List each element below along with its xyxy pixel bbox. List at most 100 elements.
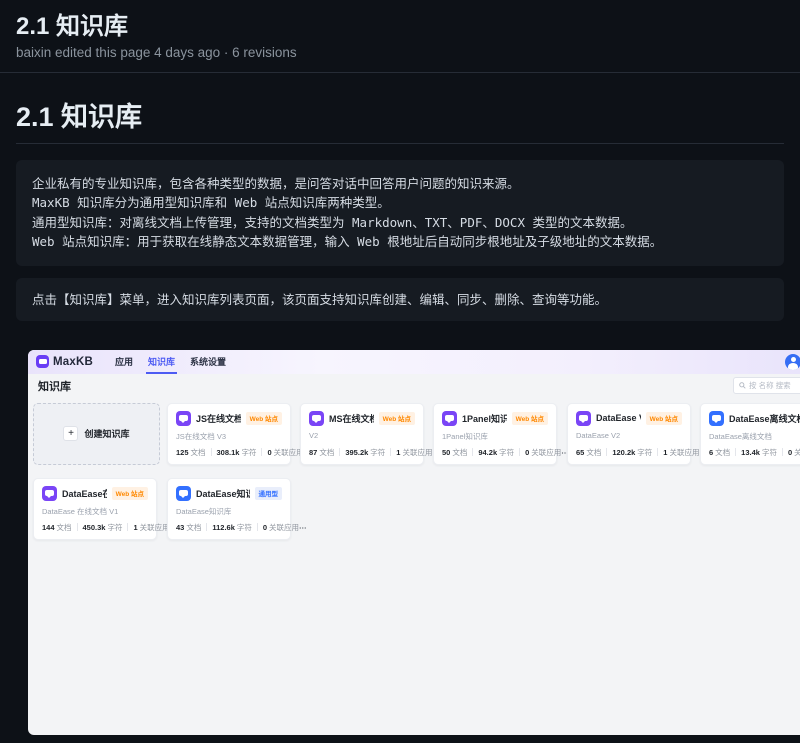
stat-label-apps: 关联应用 xyxy=(669,447,699,458)
kb-type-badge: Web 站点 xyxy=(246,412,282,425)
stat-value-docs: 65 xyxy=(576,448,584,457)
tip-code-block: 点击【知识库】菜单，进入知识库列表页面，该页面支持知识库创建、编辑、同步、删除、… xyxy=(16,278,784,321)
stat-divider xyxy=(472,448,473,456)
stat-divider xyxy=(257,523,258,531)
stat-value-apps: 0 xyxy=(788,448,792,457)
more-menu-icon[interactable]: ⋯ xyxy=(299,523,308,532)
stat-value-chars: 450.3k xyxy=(83,523,106,532)
kb-card-stats: 50文档94.2k字符0关联应用⋯ xyxy=(442,447,550,458)
maxkb-logo-text: MaxKB xyxy=(53,356,93,368)
wiki-page-title: 2.1 知识库 xyxy=(16,12,784,42)
kb-card-title: DataEase在线文档 V1 xyxy=(62,487,107,500)
kb-card[interactable]: DataEase V2 Web 站点 DataEase V2 65文档120.2… xyxy=(567,403,691,465)
kb-icon xyxy=(576,411,591,426)
kb-card-description: DataEase V2 xyxy=(576,431,682,440)
stat-value-apps: 0 xyxy=(267,448,271,457)
stat-value-chars: 94.2k xyxy=(478,448,497,457)
stat-label-docs: 文档 xyxy=(452,447,467,458)
kb-card-title: MS在线文档 xyxy=(329,412,374,425)
kb-icon xyxy=(709,411,724,426)
stat-divider xyxy=(339,448,340,456)
kb-card-title: DataEase离线文档 xyxy=(729,412,800,425)
stat-value-chars: 112.6k xyxy=(212,523,235,532)
stat-divider xyxy=(261,448,262,456)
stat-divider xyxy=(206,523,207,531)
kb-card[interactable]: JS在线文档 V3 Web 站点 JS在线文档 V3 125文档308.1k字符… xyxy=(167,403,291,465)
kb-card-description: JS在线文档 V3 xyxy=(176,431,282,442)
stat-label-chars: 字符 xyxy=(762,447,777,458)
stat-label-docs: 文档 xyxy=(715,447,730,458)
kb-icon xyxy=(42,486,57,501)
kb-card-header: DataEase在线文档 V1 Web 站点 xyxy=(42,486,148,501)
kb-card-stats: 125文档308.1k字符0关联应用⋯ xyxy=(176,447,284,458)
kb-card[interactable]: 1Panel知识库 Web 站点 1Panel知识库 50文档94.2k字符0关… xyxy=(433,403,557,465)
maxkb-screenshot: MaxKB 应用知识库系统设置 知识库 按 名称 搜索 + 创建知识库 JS在线… xyxy=(28,350,800,735)
kb-card-header: DataEase V2 Web 站点 xyxy=(576,411,682,426)
create-kb-card[interactable]: + 创建知识库 xyxy=(33,403,160,465)
stat-value-docs: 6 xyxy=(709,448,713,457)
search-input[interactable]: 按 名称 搜索 xyxy=(733,377,800,394)
stat-value-chars: 13.4k xyxy=(741,448,760,457)
plus-icon: + xyxy=(63,426,78,441)
stat-value-chars: 308.1k xyxy=(217,448,240,457)
stat-value-apps: 0 xyxy=(525,448,529,457)
wiki-edit-info: baixin edited this page 4 days ago · 6 r… xyxy=(16,45,784,60)
stat-label-docs: 文档 xyxy=(586,447,601,458)
create-kb-label: 创建知识库 xyxy=(84,427,129,440)
nav-item-1[interactable]: 知识库 xyxy=(148,350,175,374)
maxkb-top-nav: MaxKB 应用知识库系统设置 xyxy=(28,350,800,374)
stat-label-docs: 文档 xyxy=(319,447,334,458)
stat-label-apps: 关联应用 xyxy=(269,522,299,533)
kb-card-description: DataEase知识库 xyxy=(176,506,282,517)
stat-divider xyxy=(127,523,128,531)
stat-label-apps: 关联应用 xyxy=(140,522,170,533)
markdown-heading: 2.1 知识库 xyxy=(16,99,784,144)
stat-divider xyxy=(77,523,78,531)
maxkb-nav-items: 应用知识库系统设置 xyxy=(115,350,226,374)
kb-icon xyxy=(442,411,457,426)
stat-label-docs: 文档 xyxy=(191,447,206,458)
kb-card[interactable]: DataEase知识库 通用型 DataEase知识库 43文档112.6k字符… xyxy=(167,478,291,540)
kb-card[interactable]: DataEase在线文档 V1 Web 站点 DataEase 在线文档 V1 … xyxy=(33,478,157,540)
stat-value-docs: 87 xyxy=(309,448,317,457)
kb-card-header: DataEase知识库 通用型 xyxy=(176,486,282,501)
stat-label-chars: 字符 xyxy=(499,447,514,458)
kb-card[interactable]: DataEase离线文档 DataEase离线文档 6文档13.4k字符0关联应… xyxy=(700,403,800,465)
stat-divider xyxy=(735,448,736,456)
kb-card-description: V2 xyxy=(309,431,415,440)
kb-page-title: 知识库 xyxy=(38,378,71,394)
kb-card-stats: 87文档395.2k字符1关联应用⋯ xyxy=(309,447,417,458)
stat-value-docs: 43 xyxy=(176,523,184,532)
stat-label-docs: 文档 xyxy=(186,522,201,533)
kb-icon xyxy=(176,486,191,501)
kb-type-badge: Web 站点 xyxy=(646,412,682,425)
kb-type-badge: 通用型 xyxy=(255,487,283,500)
stat-label-chars: 字符 xyxy=(241,447,256,458)
kb-card-title: JS在线文档 V3 xyxy=(196,412,241,425)
maxkb-logo[interactable]: MaxKB xyxy=(36,355,93,368)
nav-item-2[interactable]: 系统设置 xyxy=(190,350,226,374)
stat-divider xyxy=(390,448,391,456)
kb-card-title: 1Panel知识库 xyxy=(462,412,507,425)
stat-label-apps: 关联应用 xyxy=(794,447,800,458)
kb-card-stats: 65文档120.2k字符1关联应用⋯ xyxy=(576,447,684,458)
stat-value-docs: 144 xyxy=(42,523,55,532)
kb-card[interactable]: MS在线文档 Web 站点 V2 87文档395.2k字符1关联应用⋯ xyxy=(300,403,424,465)
nav-item-0[interactable]: 应用 xyxy=(115,350,133,374)
kb-type-badge: Web 站点 xyxy=(379,412,415,425)
wiki-header: 2.1 知识库 baixin edited this page 4 days a… xyxy=(0,0,800,73)
kb-card-stats: 43文档112.6k字符0关联应用⋯ xyxy=(176,522,284,533)
stat-value-apps: 0 xyxy=(263,523,267,532)
stat-value-apps: 1 xyxy=(396,448,400,457)
stat-divider xyxy=(657,448,658,456)
kb-icon xyxy=(176,411,191,426)
kb-type-badge: Web 站点 xyxy=(512,412,548,425)
user-avatar[interactable] xyxy=(785,354,800,370)
kb-icon xyxy=(309,411,324,426)
kb-card-header: MS在线文档 Web 站点 xyxy=(309,411,415,426)
kb-card-header: JS在线文档 V3 Web 站点 xyxy=(176,411,282,426)
intro-code-block: 企业私有的专业知识库，包含各种类型的数据，是问答对话中回答用户问题的知识来源。 … xyxy=(16,160,784,266)
stat-label-apps: 关联应用 xyxy=(402,447,432,458)
kb-card-description: 1Panel知识库 xyxy=(442,431,548,442)
stat-divider xyxy=(782,448,783,456)
